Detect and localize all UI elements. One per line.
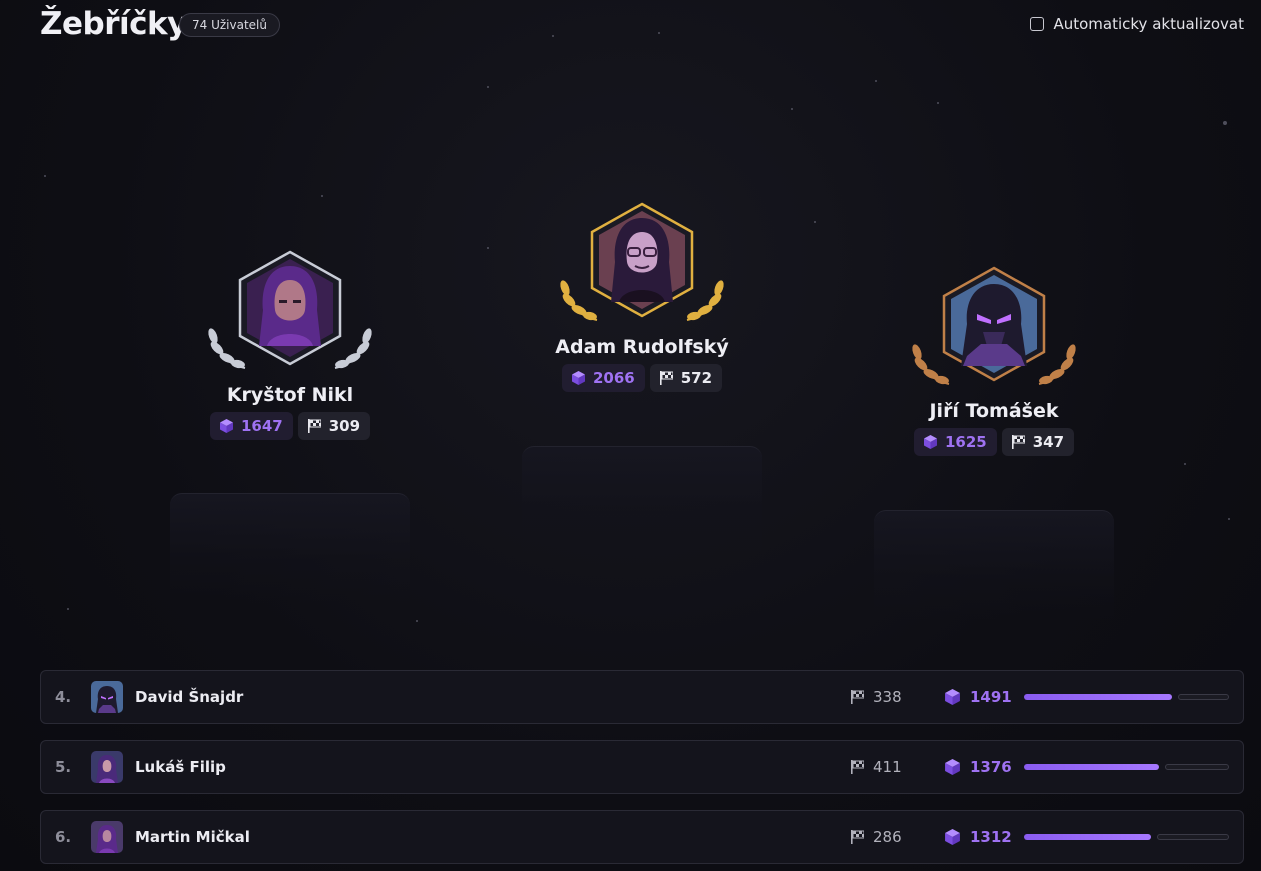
podium-second-place[interactable]: Kryštof Nikl 1647 309 bbox=[170, 250, 410, 440]
podium-third-place[interactable]: Jiří Tomášek 1625 347 bbox=[874, 266, 1114, 456]
podium-plinth-first bbox=[522, 446, 762, 556]
checkered-flag-icon bbox=[1011, 435, 1025, 449]
row-flags: 411 bbox=[851, 741, 902, 793]
rank-number: 4. bbox=[55, 688, 72, 706]
flags-value: 338 bbox=[873, 688, 902, 706]
hooded-avatar-icon bbox=[91, 751, 123, 783]
avatar-frame bbox=[909, 266, 1079, 386]
page-title: Žebříčky bbox=[40, 6, 187, 42]
row-name: Martin Mičkal bbox=[135, 828, 250, 846]
score-value: 1647 bbox=[240, 417, 283, 435]
podium-plinth-third bbox=[874, 510, 1114, 620]
row-name: Lukáš Filip bbox=[135, 758, 226, 776]
score-pill: 2066 bbox=[561, 364, 645, 392]
auto-refresh-label: Automaticky aktualizovat bbox=[1053, 15, 1244, 33]
score-value: 1625 bbox=[944, 433, 987, 451]
row-score: 1376 bbox=[945, 741, 1012, 793]
podium-name: Adam Rudolfský bbox=[555, 336, 729, 358]
auto-refresh-toggle[interactable]: Automaticky aktualizovat bbox=[1030, 15, 1244, 33]
flags-pill: 309 bbox=[297, 412, 371, 440]
cube-icon bbox=[945, 759, 960, 775]
table-row[interactable]: 6. Martin Mičkal 286 1312 bbox=[40, 810, 1244, 864]
score-pill: 1625 bbox=[913, 428, 997, 456]
checkered-flag-icon bbox=[851, 690, 864, 704]
score-progress-bar bbox=[1024, 693, 1229, 701]
podium-name: Jiří Tomášek bbox=[929, 400, 1059, 422]
podium-name: Kryštof Nikl bbox=[226, 384, 354, 406]
podium-stats: 1625 347 bbox=[913, 428, 1075, 456]
score-progress-bar bbox=[1024, 763, 1229, 771]
flags-value: 309 bbox=[328, 417, 361, 435]
podium-stats: 2066 572 bbox=[561, 364, 723, 392]
row-name: David Šnajdr bbox=[135, 688, 244, 706]
progress-fill bbox=[1024, 764, 1159, 770]
hooded-avatar-icon bbox=[91, 821, 123, 853]
avatar-frame bbox=[557, 202, 727, 322]
progress-track bbox=[1178, 694, 1229, 700]
flags-value: 286 bbox=[873, 828, 902, 846]
auto-refresh-checkbox[interactable] bbox=[1030, 17, 1045, 31]
cube-icon bbox=[945, 689, 960, 705]
avatar-frame bbox=[205, 250, 375, 370]
podium-first-place[interactable]: Adam Rudolfský 2066 572 bbox=[522, 202, 762, 392]
score-value: 1312 bbox=[970, 828, 1012, 846]
score-value: 2066 bbox=[592, 369, 635, 387]
progress-fill bbox=[1024, 834, 1151, 840]
robot-avatar-icon bbox=[942, 266, 1046, 382]
flags-value: 347 bbox=[1032, 433, 1065, 451]
checkered-flag-icon bbox=[659, 371, 673, 385]
checkered-flag-icon bbox=[851, 760, 864, 774]
progress-track bbox=[1165, 764, 1229, 770]
score-value: 1376 bbox=[970, 758, 1012, 776]
progress-track bbox=[1157, 834, 1229, 840]
flags-value: 411 bbox=[873, 758, 902, 776]
robot-avatar-icon bbox=[91, 681, 123, 713]
hooded-glasses-avatar-icon bbox=[590, 202, 694, 318]
cube-icon bbox=[923, 435, 937, 449]
podium-stats: 1647 309 bbox=[209, 412, 371, 440]
rank-number: 5. bbox=[55, 758, 72, 776]
checkered-flag-icon bbox=[307, 419, 321, 433]
score-progress-bar bbox=[1024, 833, 1229, 841]
flags-value: 572 bbox=[680, 369, 713, 387]
hooded-avatar-icon bbox=[238, 250, 342, 366]
flags-pill: 347 bbox=[1001, 428, 1075, 456]
score-pill: 1647 bbox=[209, 412, 293, 440]
cube-icon bbox=[219, 419, 233, 433]
table-row[interactable]: 4. David Šnajdr 338 1491 bbox=[40, 670, 1244, 724]
row-flags: 286 bbox=[851, 811, 902, 863]
user-count-badge: 74 Uživatelů bbox=[179, 13, 280, 37]
row-score: 1312 bbox=[945, 811, 1012, 863]
podium-plinth-second bbox=[170, 493, 410, 603]
checkered-flag-icon bbox=[851, 830, 864, 844]
progress-fill bbox=[1024, 694, 1172, 700]
cube-icon bbox=[945, 829, 960, 845]
row-score: 1491 bbox=[945, 671, 1012, 723]
cube-icon bbox=[571, 371, 585, 385]
table-row[interactable]: 5. Lukáš Filip 411 1376 bbox=[40, 740, 1244, 794]
rank-number: 6. bbox=[55, 828, 72, 846]
score-value: 1491 bbox=[970, 688, 1012, 706]
flags-pill: 572 bbox=[649, 364, 723, 392]
row-flags: 338 bbox=[851, 671, 902, 723]
